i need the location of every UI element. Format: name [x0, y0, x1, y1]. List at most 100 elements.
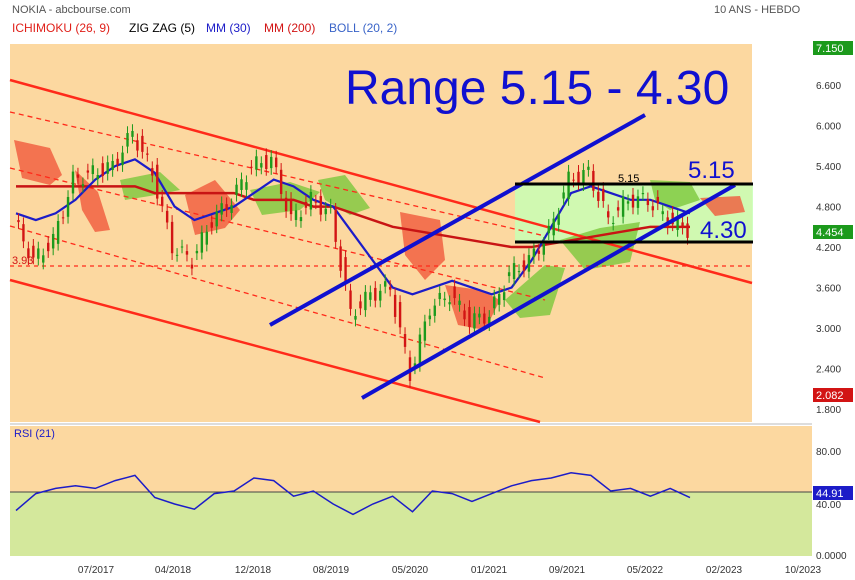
candle-body — [388, 286, 392, 290]
x-tick-label: 07/2017 — [78, 565, 115, 576]
candle-body — [661, 211, 664, 215]
price-y-tick: 3.000 — [816, 324, 841, 335]
price-y-tick: 3.600 — [816, 284, 841, 295]
candle-body — [151, 168, 154, 176]
current-price-badge: 4.454 — [816, 227, 844, 239]
candle-body — [230, 205, 233, 213]
candle-body — [572, 179, 575, 181]
range-upper-label: 5.15 — [688, 157, 735, 184]
candle-body — [86, 170, 90, 173]
candle-body — [552, 218, 555, 236]
candle-body — [210, 222, 213, 228]
price-y-tick: 4.200 — [816, 243, 841, 254]
candle-body — [651, 206, 655, 211]
candle-body — [349, 290, 352, 309]
candle-body — [51, 233, 55, 249]
candle-body — [537, 250, 541, 254]
legend-mm200: MM (200) — [264, 21, 315, 35]
candle-body — [453, 286, 456, 299]
candle-body — [562, 192, 565, 199]
bottom-price-badge: 2.082 — [816, 390, 844, 402]
candle-body — [636, 196, 640, 208]
candle-body — [621, 196, 625, 217]
price-y-axis: 1.800 2.400 3.000 3.600 4.200 4.800 5.400 6.000… — [816, 81, 841, 416]
x-tick-label: 09/2021 — [549, 565, 586, 576]
candle-body — [284, 197, 288, 212]
candle-body — [597, 191, 600, 201]
small-upper-label: 5.15 — [618, 173, 639, 185]
candle-body — [116, 158, 119, 165]
candle-body — [265, 155, 268, 169]
candle-body — [289, 198, 293, 215]
candle-body — [91, 165, 95, 175]
candle-body — [483, 313, 486, 324]
x-axis: 07/2017 04/2018 12/2018 08/2019 05/2020 01/20… — [78, 565, 822, 576]
x-tick-label: 12/2018 — [235, 565, 272, 576]
candle-body — [66, 196, 70, 217]
rsi-panel-lower-bg — [10, 492, 812, 556]
candle-body — [418, 334, 422, 365]
top-price-badge: 7.150 — [816, 43, 844, 55]
rsi-current-badge: 44.91 — [816, 488, 844, 500]
candle-body — [160, 196, 164, 206]
candle-body — [56, 220, 60, 244]
candle-body — [96, 175, 99, 180]
candle-body — [443, 298, 446, 301]
candle-body — [686, 223, 689, 238]
candle-body — [681, 222, 684, 228]
candle-body — [602, 188, 605, 202]
candle-body — [626, 201, 630, 204]
candle-body — [423, 321, 427, 341]
candle-body — [274, 157, 278, 168]
rsi-panel-upper-bg — [10, 426, 812, 492]
candle-body — [61, 217, 65, 219]
candle-body — [631, 194, 635, 208]
candle-body — [175, 254, 179, 256]
candle-body — [131, 130, 134, 137]
candle-body — [374, 287, 377, 301]
indicator-legend: ICHIMOKU (26, 9) ZIG ZAG (5) MM (30) MM … — [12, 21, 397, 35]
price-y-tick: 6.600 — [816, 81, 841, 92]
candle-body — [37, 248, 40, 259]
candle-body — [260, 163, 263, 168]
candle-body — [81, 184, 85, 186]
candle-body — [616, 207, 620, 211]
range-lower-label: 4.30 — [700, 217, 747, 244]
candle-body — [304, 201, 308, 208]
candle-body — [235, 184, 238, 195]
price-y-tick: 2.400 — [816, 365, 841, 376]
candle-body — [359, 301, 362, 309]
x-tick-label: 05/2020 — [392, 565, 429, 576]
candle-body — [170, 221, 174, 254]
period-label: 10 ANS - HEBDO — [714, 4, 801, 16]
candle-body — [299, 217, 303, 222]
candle-body — [379, 290, 382, 301]
candle-body — [641, 193, 645, 195]
candle-body — [532, 248, 536, 258]
candle-body — [71, 171, 75, 194]
candle-body — [279, 169, 283, 195]
candle-body — [587, 166, 590, 170]
candle-body — [438, 292, 441, 300]
candle-body — [473, 313, 476, 329]
candle-body — [165, 210, 169, 223]
candle-body — [294, 210, 298, 221]
symbol-source: NOKIA - abcbourse.com — [12, 4, 131, 16]
candle-body — [314, 201, 318, 203]
candle-body — [512, 263, 516, 280]
x-tick-label: 01/2021 — [471, 565, 508, 576]
candle-body — [136, 140, 139, 151]
candle-body — [205, 231, 209, 245]
candle-body — [121, 152, 124, 166]
candle-body — [126, 133, 129, 147]
candle-body — [200, 232, 204, 253]
candle-body — [324, 208, 327, 215]
price-y-tick: 4.800 — [816, 203, 841, 214]
candle-body — [607, 211, 610, 218]
rsi-title: RSI (21) — [14, 428, 55, 440]
candle-body — [522, 260, 526, 271]
candle-body — [507, 272, 511, 277]
candle-body — [185, 251, 189, 255]
candle-body — [339, 246, 342, 271]
candle-body — [364, 291, 367, 311]
